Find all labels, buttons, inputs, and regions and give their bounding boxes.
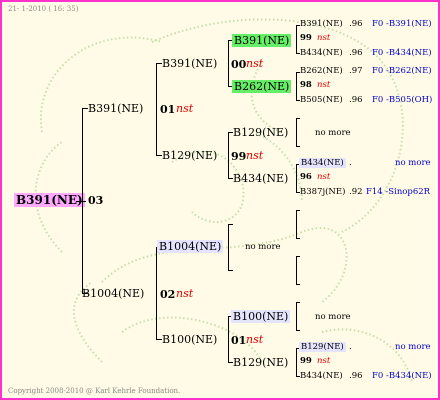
gen3-bee-4: B434(NE) — [233, 172, 289, 185]
gen3-bee-3: B129(NE) — [233, 126, 289, 139]
gen2-bee-1: B391(NE) — [162, 57, 218, 70]
root-bee: B391(NE) — [14, 193, 85, 207]
gen3-bee-5: B100(NE) — [231, 310, 291, 323]
gen4-bee-12: B434(NE) — [300, 371, 343, 381]
gen3-bee-2: B262(NE) — [232, 80, 292, 93]
gen1-nst-2: nst — [176, 287, 194, 300]
gen4-ref-12: F0 -B434(NE) — [372, 371, 432, 381]
gen4-bee-1: B391(NE) — [300, 19, 343, 29]
gen2-bee-4: B100(NE) — [162, 333, 218, 346]
gen4-ref-6: F0 -B505(OH) — [372, 95, 433, 105]
copyright: Copyright 2008-2010 @ Karl Kehrle Founda… — [8, 387, 181, 395]
date-stamp: 21- 1-2010 ( 16: 35) — [8, 5, 79, 13]
gen4-bee-6: B505(NE) — [300, 95, 343, 105]
gen2-code-2: 99 — [231, 150, 247, 163]
gen4-ref-10: no more — [395, 342, 431, 352]
gen1-nst-1: nst — [176, 102, 194, 115]
gen3-bee-6: B129(NE) — [233, 356, 289, 369]
gen2-code-4: 01 — [231, 334, 247, 347]
gen3-bracket-4 — [228, 316, 229, 363]
gen1-bee-1: B391(NE) — [88, 102, 144, 115]
gen1-bracket — [82, 108, 83, 294]
gen3-nomore-1: no more — [315, 128, 351, 138]
gen3-nomore-2: no more — [315, 312, 351, 322]
gen2-bracket-upper — [156, 63, 157, 156]
gen2-nst-2: nst — [246, 149, 264, 162]
gen3-bracket-2 — [228, 132, 229, 179]
gen4-bee-7: B434(NE) — [299, 158, 346, 168]
gen2-nst-1: nst — [246, 57, 264, 70]
gen2-nst-4: nst — [246, 333, 264, 346]
gen4-bee-9: B387j(NE) — [300, 187, 346, 197]
gen1-code-1: 01 — [160, 103, 176, 116]
gen1-bee-2: B1004(NE) — [82, 287, 145, 300]
gen3-bee-1: B391(NE) — [232, 34, 292, 47]
root-connector — [76, 201, 86, 202]
gen3-bracket-1 — [228, 40, 229, 87]
gen4-bee-4: B262(NE) — [300, 66, 343, 76]
gen4-bee-3: B434(NE) — [300, 48, 343, 58]
gen4-ref-3: F0 -B434(NE) — [372, 48, 432, 58]
pedigree-frame: 21- 1-2010 ( 16: 35) B391(NE) 03 B391(NE… — [0, 0, 440, 400]
gen4-ref-1: F0 -B391(NE) — [372, 19, 432, 29]
gen3-bracket-3 — [228, 224, 229, 271]
gen4-ref-7: no more — [395, 158, 431, 168]
gen1-code-2: 02 — [160, 288, 176, 301]
gen2-bee-2: B129(NE) — [162, 149, 218, 162]
root-code: 03 — [88, 194, 104, 207]
gen4-ref-9: F14 -Sinop62R — [366, 187, 431, 197]
gen2-nomore-3: no more — [245, 242, 281, 252]
gen2-bracket-lower — [156, 247, 157, 340]
gen4-ref-4: F0 -B262(NE) — [372, 66, 432, 76]
gen2-code-1: 00 — [231, 58, 247, 71]
gen4-bee-10: B129(NE) — [299, 342, 346, 352]
gen2-bee-3: B1004(NE) — [157, 240, 224, 253]
